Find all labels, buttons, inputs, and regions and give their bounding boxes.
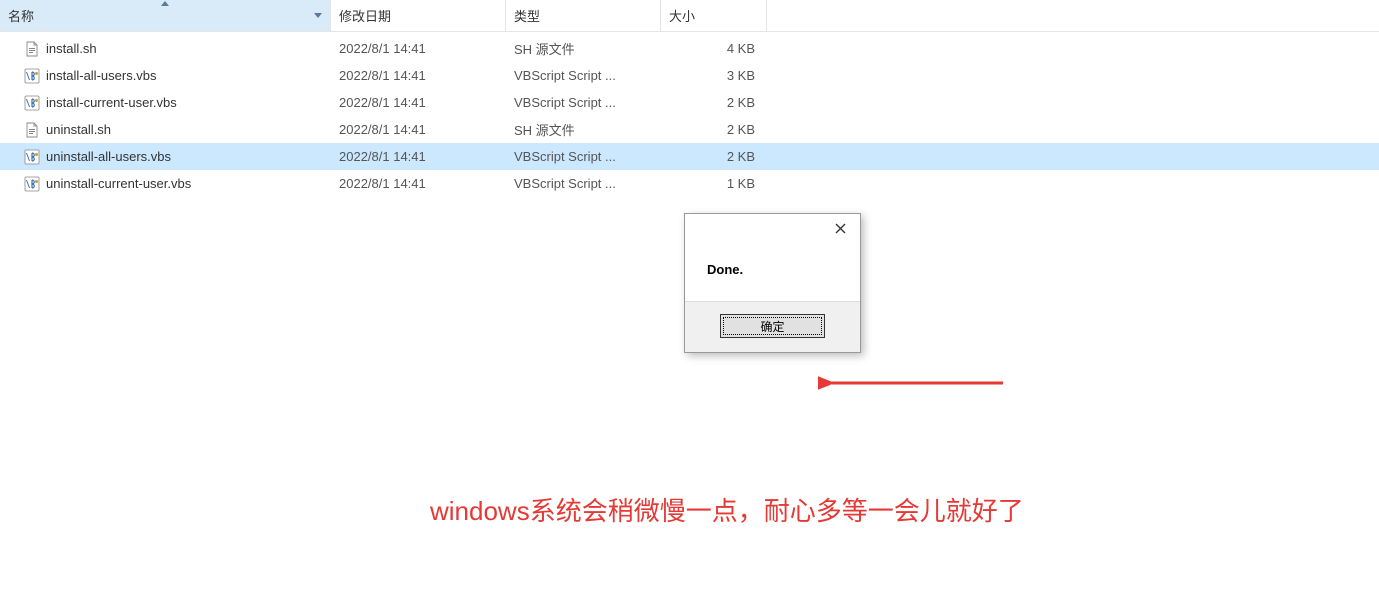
file-list: install.sh2022/8/1 14:41SH 源文件4 KBinstal… xyxy=(0,32,1379,197)
column-header-type-label: 类型 xyxy=(514,6,540,25)
file-name-label: install-current-user.vbs xyxy=(46,95,177,110)
file-size-cell: 3 KB xyxy=(661,68,767,83)
dialog-titlebar xyxy=(685,214,860,246)
file-name-cell: uninstall-current-user.vbs xyxy=(0,176,331,192)
close-button[interactable] xyxy=(820,214,860,242)
file-date-cell: 2022/8/1 14:41 xyxy=(331,149,506,164)
message-dialog: Done. 确定 xyxy=(684,213,861,353)
file-name-label: uninstall-current-user.vbs xyxy=(46,176,191,191)
file-row[interactable]: install.sh 2022/8/1 14:41SH 源文件4 KB xyxy=(0,35,1379,62)
column-header-size[interactable]: 大小 xyxy=(661,0,767,31)
sort-ascending-icon xyxy=(161,1,169,6)
column-header-type[interactable]: 类型 xyxy=(506,0,661,31)
file-size-cell: 4 KB xyxy=(661,41,767,56)
dialog-message: Done. xyxy=(685,246,860,301)
vbscript-file-icon xyxy=(24,176,40,192)
file-name-cell: install.sh xyxy=(0,41,331,57)
file-size-cell: 2 KB xyxy=(661,122,767,137)
file-type-cell: VBScript Script ... xyxy=(506,68,661,83)
column-header-date[interactable]: 修改日期 xyxy=(331,0,506,31)
column-header-name[interactable]: 名称 xyxy=(0,0,331,31)
file-name-label: uninstall-all-users.vbs xyxy=(46,149,171,164)
file-type-cell: VBScript Script ... xyxy=(506,95,661,110)
file-size-cell: 1 KB xyxy=(661,176,767,191)
file-name-cell: install-current-user.vbs xyxy=(0,95,331,111)
ok-button[interactable]: 确定 xyxy=(720,314,825,338)
file-name-label: uninstall.sh xyxy=(46,122,111,137)
close-icon xyxy=(835,223,846,234)
file-row[interactable]: uninstall.sh 2022/8/1 14:41SH 源文件2 KB xyxy=(0,116,1379,143)
file-size-cell: 2 KB xyxy=(661,95,767,110)
file-type-cell: VBScript Script ... xyxy=(506,176,661,191)
file-name-label: install.sh xyxy=(46,41,97,56)
vbscript-file-icon xyxy=(24,95,40,111)
file-name-cell: uninstall.sh xyxy=(0,122,331,138)
column-header-row: 名称 修改日期 类型 大小 xyxy=(0,0,1379,32)
column-header-name-label: 名称 xyxy=(8,6,34,25)
annotation-arrow-icon xyxy=(818,370,1008,396)
dialog-footer: 确定 xyxy=(685,301,860,352)
chevron-down-icon[interactable] xyxy=(314,13,322,18)
file-date-cell: 2022/8/1 14:41 xyxy=(331,68,506,83)
column-header-size-label: 大小 xyxy=(669,6,695,25)
file-type-cell: VBScript Script ... xyxy=(506,149,661,164)
file-name-label: install-all-users.vbs xyxy=(46,68,157,83)
file-type-cell: SH 源文件 xyxy=(506,120,661,139)
file-type-cell: SH 源文件 xyxy=(506,39,661,58)
sh-file-icon xyxy=(24,41,40,57)
file-row[interactable]: uninstall-current-user.vbs 2022/8/1 14:41… xyxy=(0,170,1379,197)
file-name-cell: uninstall-all-users.vbs xyxy=(0,149,331,165)
file-date-cell: 2022/8/1 14:41 xyxy=(331,176,506,191)
column-header-date-label: 修改日期 xyxy=(339,6,391,25)
file-name-cell: install-all-users.vbs xyxy=(0,68,331,84)
file-date-cell: 2022/8/1 14:41 xyxy=(331,122,506,137)
file-row[interactable]: install-all-users.vbs 2022/8/1 14:41VBScr… xyxy=(0,62,1379,89)
vbscript-file-icon xyxy=(24,68,40,84)
file-row[interactable]: install-current-user.vbs 2022/8/1 14:41VB… xyxy=(0,89,1379,116)
annotation-text: windows系统会稍微慢一点，耐心多等一会儿就好了 xyxy=(430,491,1024,528)
file-size-cell: 2 KB xyxy=(661,149,767,164)
vbscript-file-icon xyxy=(24,149,40,165)
sh-file-icon xyxy=(24,122,40,138)
file-date-cell: 2022/8/1 14:41 xyxy=(331,95,506,110)
file-date-cell: 2022/8/1 14:41 xyxy=(331,41,506,56)
file-row[interactable]: uninstall-all-users.vbs 2022/8/1 14:41VBS… xyxy=(0,143,1379,170)
